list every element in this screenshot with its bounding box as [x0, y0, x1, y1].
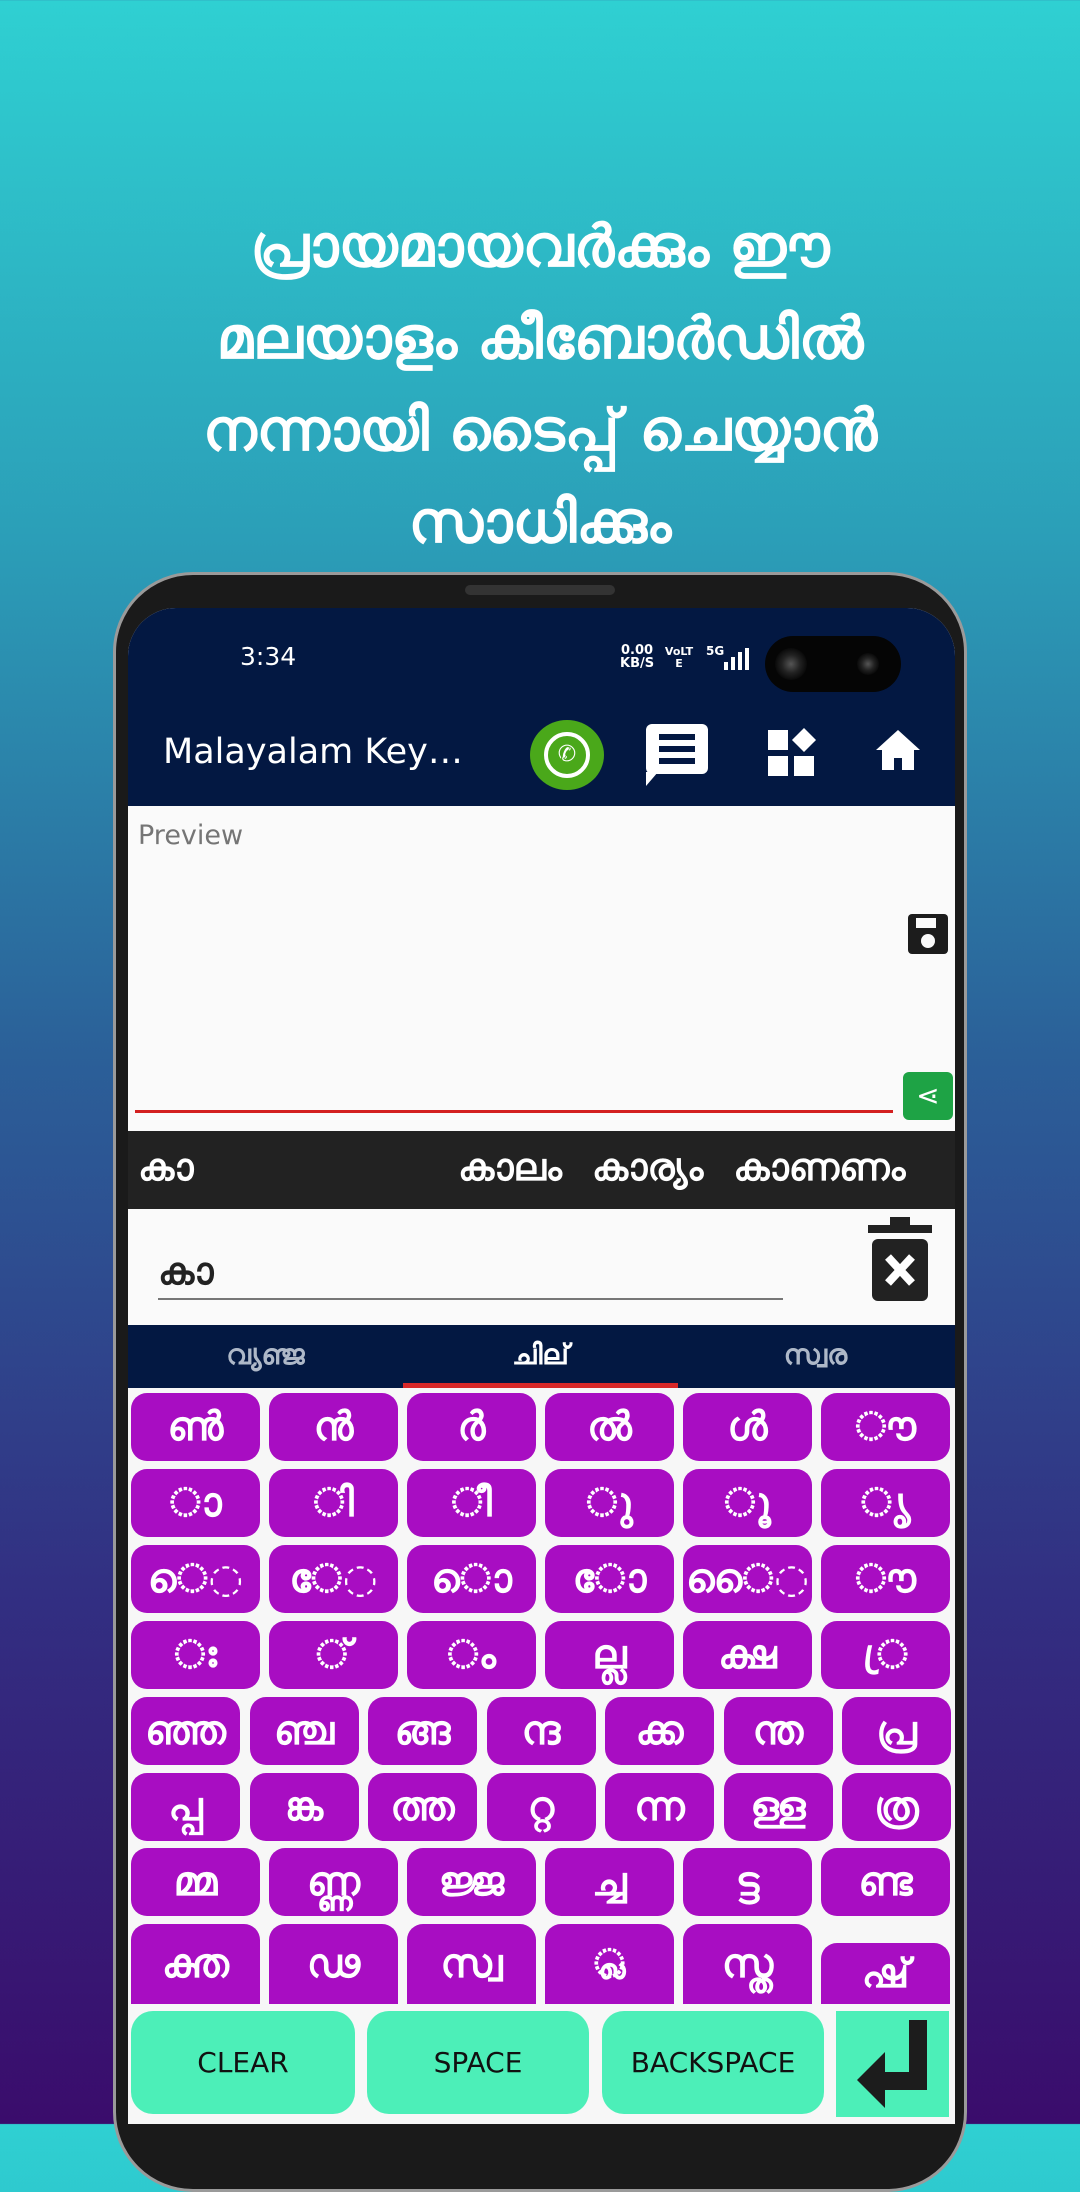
key[interactable]: ഷ് — [821, 1943, 950, 2004]
save-icon[interactable] — [908, 914, 948, 954]
key[interactable]: ◌്ര — [821, 1621, 950, 1689]
headline: പ്രായമായവർക്കും ഈ മലയാളം കീബോർഡിൽ നന്നായ… — [0, 200, 1080, 568]
suggestion-bar: കാ കാലം കാര്യം കാണണം — [128, 1131, 955, 1217]
enter-arrow-icon — [856, 2020, 927, 2108]
key[interactable]: ◌ൂ — [683, 1469, 812, 1537]
key[interactable]: പ്പ — [131, 1773, 240, 1841]
key[interactable]: ◌ി — [269, 1469, 398, 1537]
key[interactable]: ത്ത — [368, 1773, 477, 1841]
phone-speaker — [465, 585, 615, 595]
key[interactable]: ൺ — [131, 1393, 260, 1461]
tab-bar: വ്യഞ്ജ ചില് സ്വര — [128, 1325, 955, 1388]
app-bar: Malayalam Key… ✆ — [128, 700, 955, 806]
input-underline — [158, 1298, 783, 1300]
key[interactable]: േ◌ — [269, 1545, 398, 1613]
key[interactable]: ◌ൗ — [821, 1545, 950, 1613]
key[interactable]: ക്ഷ — [683, 1621, 812, 1689]
trash-clear-icon[interactable] — [868, 1217, 932, 1301]
phone-screen: 3:34 0.00 KB/S VoLTE 5G Malayalam Key… ✆ … — [128, 608, 955, 2124]
suggestion-list: കാലം കാര്യം കാണണം — [458, 1145, 955, 1190]
key[interactable]: ൻ — [269, 1393, 398, 1461]
space-button[interactable]: SPACE — [367, 2011, 589, 2114]
key[interactable]: ഢ — [269, 1924, 398, 2004]
key[interactable]: ന്ദ — [486, 1697, 596, 1765]
key[interactable]: ഞ്ഞ — [131, 1697, 240, 1765]
input-field[interactable]: കാ — [158, 1249, 213, 1294]
network-type: 5G — [706, 644, 725, 658]
headline-line: മലയാളം കീബോർഡിൽ — [216, 304, 864, 372]
suggestion-item[interactable]: കാണണം — [733, 1145, 905, 1189]
preview-placeholder: Preview — [138, 820, 244, 851]
suggestion-item[interactable]: കാര്യം — [592, 1145, 703, 1189]
key[interactable]: ഞ്ച — [249, 1697, 359, 1765]
keyboard: CLEAR SPACE BACKSPACE ൺ ൻ ർ ൽ ൾ ◌ൗ ◌ാ ◌ി ◌ീ ◌ു ◌ൂ ◌… — [128, 1388, 955, 2124]
camera-cutout — [765, 636, 901, 692]
key[interactable]: ◌ം — [407, 1621, 536, 1689]
key[interactable]: ല്ല — [545, 1621, 674, 1689]
key[interactable]: ക്ത — [131, 1924, 260, 2004]
whatsapp-icon[interactable]: ✆ — [530, 720, 604, 790]
key[interactable]: ൾ — [683, 1393, 812, 1461]
status-time: 3:34 — [240, 642, 297, 671]
volte-indicator: VoLTE — [664, 645, 694, 670]
key[interactable]: ◌ൃ — [821, 1469, 950, 1537]
key[interactable]: ട്ട — [683, 1848, 812, 1916]
net-speed: 0.00 KB/S — [620, 644, 654, 670]
suggestion-item[interactable]: കാലം — [458, 1145, 562, 1189]
key[interactable]: ന്ന — [605, 1773, 714, 1841]
tab-vyanjana[interactable]: വ്യഞ്ജ — [128, 1325, 403, 1388]
preview-underline — [135, 1110, 893, 1113]
key[interactable]: ോ — [545, 1545, 674, 1613]
headline-line: സാധിക്കും — [408, 488, 672, 556]
tab-chillu[interactable]: ചില് — [403, 1325, 678, 1388]
clear-button[interactable]: CLEAR — [131, 2011, 355, 2114]
suggestion-current[interactable]: കാ — [128, 1131, 432, 1217]
status-bar: 3:34 0.00 KB/S VoLTE 5G — [128, 608, 955, 700]
home-icon[interactable] — [874, 728, 922, 772]
key[interactable]: ◌ൗ — [821, 1393, 950, 1461]
enter-button[interactable] — [836, 2011, 949, 2117]
key[interactable]: പ്ര — [842, 1697, 951, 1765]
headline-line: നന്നായി ടൈപ്പ് ചെയ്യാൻ — [202, 396, 878, 464]
key[interactable]: ർ — [407, 1393, 536, 1461]
key[interactable]: മ്മ — [131, 1848, 260, 1916]
chat-icon[interactable] — [646, 724, 708, 786]
key[interactable]: ങ്ക — [249, 1773, 359, 1841]
key[interactable]: ന്ത — [723, 1697, 833, 1765]
key[interactable]: സ്വ — [407, 1924, 536, 2004]
input-area: കാ — [128, 1209, 955, 1325]
key[interactable]: ◌ു — [545, 1469, 674, 1537]
key[interactable]: ൈ◌ — [683, 1545, 812, 1613]
net-speed-unit: KB/S — [620, 656, 655, 671]
app-title: Malayalam Key… — [163, 732, 463, 772]
key[interactable]: ണ്ണ — [269, 1848, 398, 1916]
key[interactable]: ജ്ജ — [407, 1848, 536, 1916]
signal-icon — [724, 648, 750, 670]
key[interactable]: ◌്ല — [545, 1924, 674, 2004]
key[interactable]: ൊ — [407, 1545, 536, 1613]
key[interactable]: ങ്ങ — [368, 1697, 477, 1765]
key[interactable]: ക്ക — [605, 1697, 714, 1765]
key[interactable]: റ്റ — [486, 1773, 596, 1841]
key[interactable]: ◌് — [269, 1621, 398, 1689]
tab-swara[interactable]: സ്വര — [678, 1325, 953, 1388]
key[interactable]: ണ്ട — [821, 1848, 950, 1916]
widgets-icon[interactable] — [768, 727, 817, 776]
key[interactable]: ച്ച — [545, 1848, 674, 1916]
headline-line: പ്രായമായവർക്കും ഈ — [250, 212, 830, 280]
share-icon[interactable]: ⋖ — [903, 1072, 953, 1120]
preview-area[interactable]: Preview ⋖ — [128, 806, 955, 1131]
key[interactable]: ◌ാ — [131, 1469, 260, 1537]
key[interactable]: ത്ര — [842, 1773, 951, 1841]
key[interactable]: െ◌ — [131, 1545, 260, 1613]
key[interactable]: ◌ീ — [407, 1469, 536, 1537]
key[interactable]: ള്ള — [723, 1773, 833, 1841]
key[interactable]: സ്ത — [683, 1924, 812, 2004]
backspace-button[interactable]: BACKSPACE — [602, 2011, 824, 2114]
key[interactable]: ൽ — [545, 1393, 674, 1461]
key[interactable]: ◌ഃ — [131, 1621, 260, 1689]
